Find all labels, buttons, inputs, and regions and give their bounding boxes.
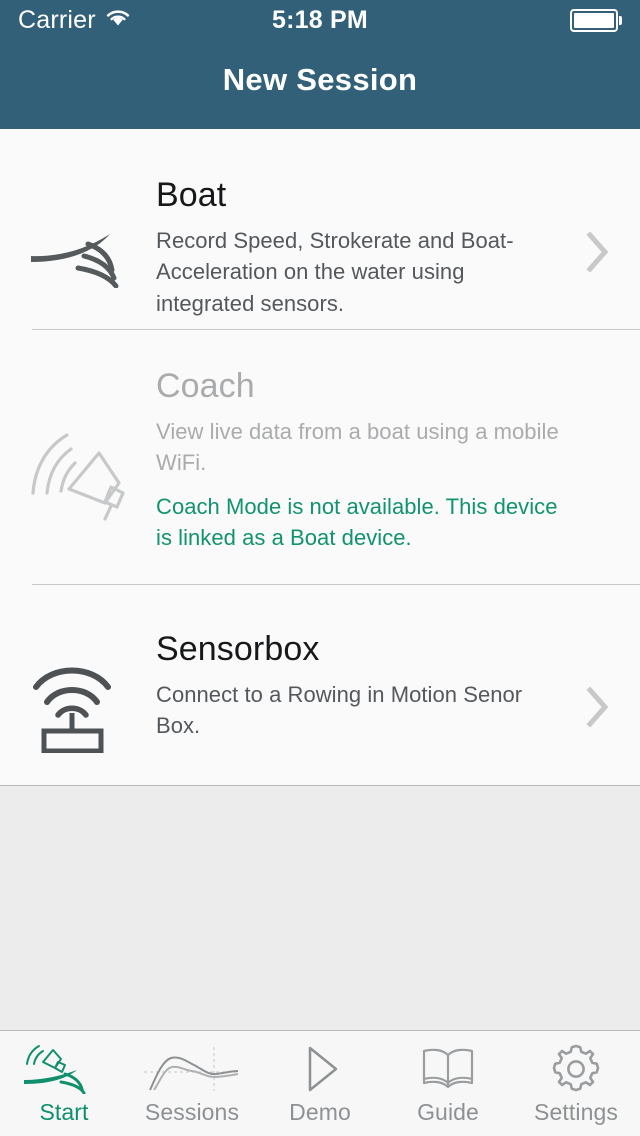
start-megaphone-wake-icon <box>21 1043 107 1095</box>
tab-bar: Start Sessions Demo Guide Settings <box>0 1030 640 1136</box>
boat-wake-icon <box>0 216 156 288</box>
line-chart-icon <box>142 1043 242 1095</box>
tab-label: Demo <box>289 1099 351 1125</box>
battery-full-icon <box>570 8 622 32</box>
carrier-label: Carrier <box>18 5 96 34</box>
wifi-icon <box>105 6 131 35</box>
tab-settings[interactable]: Settings <box>512 1031 640 1136</box>
list-item-status-note: Coach Mode is not available. This device… <box>156 493 558 550</box>
list-item-boat-body: Boat Record Speed, Strokerate and Boat-A… <box>156 175 570 319</box>
megaphone-icon <box>0 427 156 523</box>
list-item-sensorbox-body: Sensorbox Connect to a Rowing in Motion … <box>156 629 570 742</box>
list-item-title: Sensorbox <box>156 630 320 668</box>
empty-area <box>0 786 640 1030</box>
list-item-sensorbox[interactable]: Sensorbox Connect to a Rowing in Motion … <box>0 585 640 785</box>
list-item-title: Coach <box>156 367 255 405</box>
status-bar: Carrier 5:18 PM <box>0 0 640 40</box>
antenna-box-icon <box>0 661 156 753</box>
list-bottom-divider <box>0 785 640 786</box>
play-triangle-icon <box>296 1043 344 1095</box>
list-item-title: Boat <box>156 176 227 214</box>
page-title: New Session <box>222 62 418 97</box>
list-item-coach-body: Coach View live data from a boat using a… <box>156 366 570 553</box>
chevron-right-icon[interactable] <box>570 231 626 273</box>
list-item-description: View live data from a boat using a mobil… <box>156 419 559 476</box>
status-bar-left: Carrier <box>18 6 131 35</box>
status-bar-right <box>570 8 622 32</box>
tab-label: Guide <box>417 1099 479 1125</box>
gear-icon <box>550 1043 602 1095</box>
tab-start[interactable]: Start <box>0 1031 128 1136</box>
app-screen: Carrier 5:18 PM New Session Boat Record … <box>0 0 640 1136</box>
list-item-description: Connect to a Rowing in Motion Senor Box. <box>156 682 523 739</box>
list-item-boat[interactable]: Boat Record Speed, Strokerate and Boat-A… <box>0 129 640 329</box>
tab-label: Sessions <box>144 1099 240 1125</box>
tab-sessions[interactable]: Sessions <box>128 1031 256 1136</box>
tab-demo[interactable]: Demo <box>256 1031 384 1136</box>
tab-label: Settings <box>534 1099 618 1125</box>
open-book-icon <box>420 1043 476 1095</box>
tab-guide[interactable]: Guide <box>384 1031 512 1136</box>
list-item-description: Record Speed, Strokerate and Boat-Accele… <box>156 228 514 316</box>
navigation-bar: Carrier 5:18 PM New Session <box>0 0 640 129</box>
tab-label: Start <box>39 1099 89 1125</box>
session-mode-list: Boat Record Speed, Strokerate and Boat-A… <box>0 129 640 786</box>
chevron-right-icon[interactable] <box>570 686 626 728</box>
list-item-coach[interactable]: Coach View live data from a boat using a… <box>0 330 640 584</box>
